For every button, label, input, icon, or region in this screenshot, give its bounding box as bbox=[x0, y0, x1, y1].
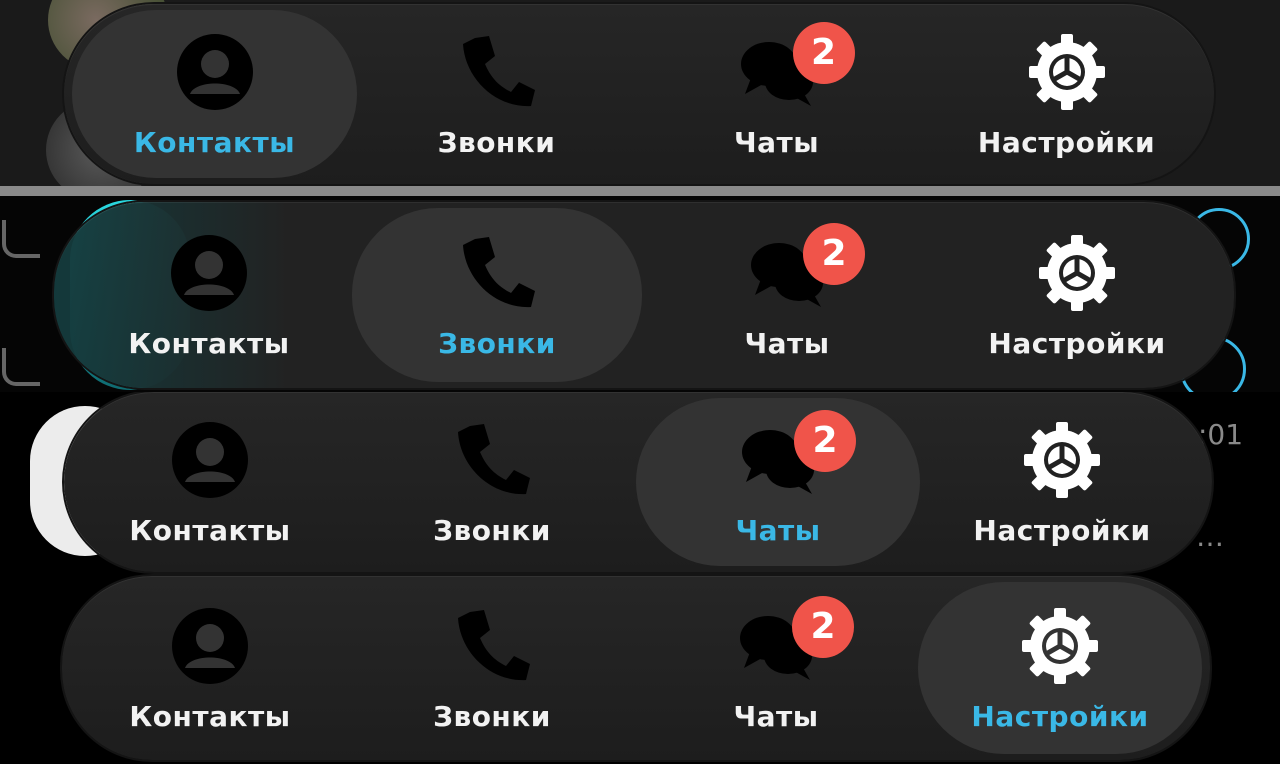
tab-chats[interactable]: 2 Чаты bbox=[634, 4, 919, 184]
gear-icon bbox=[1035, 231, 1119, 315]
phone-icon bbox=[455, 30, 539, 114]
tab-bar: Контакты Звонки 2 Чаты Настройки bbox=[64, 392, 1212, 572]
outgoing-call-icon bbox=[2, 220, 40, 258]
tab-contacts[interactable]: Контакты bbox=[64, 202, 354, 388]
person-icon bbox=[173, 30, 257, 114]
chat-bubbles-icon: 2 bbox=[734, 595, 854, 688]
phone-icon bbox=[455, 231, 539, 315]
tab-label: Настройки bbox=[988, 326, 1166, 360]
tabbar-variant-settings-selected: Контакты Звонки 2 Чаты Настройки bbox=[0, 574, 1280, 764]
unread-badge: 2 bbox=[792, 21, 855, 84]
phone-icon bbox=[450, 604, 534, 688]
person-icon bbox=[167, 231, 251, 315]
tab-calls[interactable]: Звонки bbox=[350, 576, 634, 760]
unread-badge: 2 bbox=[794, 409, 856, 472]
tab-calls[interactable]: Звонки bbox=[354, 4, 639, 184]
tabbar-variant-contacts-selected: Контакты Звонки 2 Чаты Настройки bbox=[0, 0, 1280, 192]
person-icon bbox=[168, 418, 252, 502]
tab-label: Контакты bbox=[129, 513, 291, 547]
person-icon bbox=[168, 604, 252, 688]
chat-bubbles-icon: 2 bbox=[745, 222, 865, 315]
tab-label: Звонки bbox=[433, 699, 551, 733]
tab-chats[interactable]: 2 Чаты bbox=[636, 392, 920, 572]
phone-icon bbox=[450, 418, 534, 502]
tab-chats[interactable]: 2 Чаты bbox=[634, 576, 918, 760]
tab-label: Настройки bbox=[971, 699, 1149, 733]
tab-settings[interactable]: Настройки bbox=[924, 4, 1209, 184]
divider bbox=[0, 186, 1280, 196]
tab-contacts[interactable]: Контакты bbox=[68, 576, 352, 760]
tab-label: Звонки bbox=[438, 326, 556, 360]
tab-label: Чаты bbox=[733, 699, 819, 733]
tab-settings[interactable]: Настройки bbox=[920, 392, 1204, 572]
tab-chats[interactable]: 2 Чаты bbox=[642, 202, 932, 388]
gear-icon bbox=[1020, 418, 1104, 502]
chat-bubbles-icon: 2 bbox=[736, 409, 856, 502]
tab-label: Контакты bbox=[129, 699, 291, 733]
tab-calls[interactable]: Звонки bbox=[350, 392, 634, 572]
tab-label: Контакты bbox=[133, 125, 296, 159]
outgoing-call-icon bbox=[2, 348, 40, 386]
tab-label: Настройки bbox=[977, 125, 1156, 159]
tab-contacts[interactable]: Контакты bbox=[72, 4, 357, 184]
tabbar-variant-calls-selected: Контакты Звонки 2 Чаты Настройки bbox=[0, 196, 1280, 396]
chat-bubbles-icon: 2 bbox=[735, 21, 855, 114]
gear-icon bbox=[1018, 604, 1102, 688]
tab-label: Чаты bbox=[744, 326, 830, 360]
tab-settings[interactable]: Настройки bbox=[918, 576, 1202, 760]
gear-icon bbox=[1025, 30, 1109, 114]
tab-contacts[interactable]: Контакты bbox=[68, 392, 352, 572]
tab-label: Звонки bbox=[433, 513, 551, 547]
unread-badge: 2 bbox=[803, 222, 865, 285]
tabbar-variant-chats-selected: :01 … Контакты Звонки 2 Чаты Настройки bbox=[0, 392, 1280, 578]
tab-settings[interactable]: Настройки bbox=[932, 202, 1222, 388]
unread-badge: 2 bbox=[792, 595, 854, 658]
tab-label: Чаты bbox=[735, 513, 821, 547]
tab-bar: Контакты Звонки 2 Чаты Настройки bbox=[62, 576, 1210, 760]
tab-label: Чаты bbox=[733, 125, 820, 159]
tab-calls[interactable]: Звонки bbox=[352, 202, 642, 388]
tab-bar: Контакты Звонки 2 Чаты Настройки bbox=[54, 202, 1234, 388]
tab-label: Настройки bbox=[973, 513, 1151, 547]
tab-label: Контакты bbox=[128, 326, 290, 360]
tab-label: Звонки bbox=[437, 125, 556, 159]
tab-bar: Контакты Звонки 2 Чаты Настройки bbox=[64, 4, 1214, 184]
